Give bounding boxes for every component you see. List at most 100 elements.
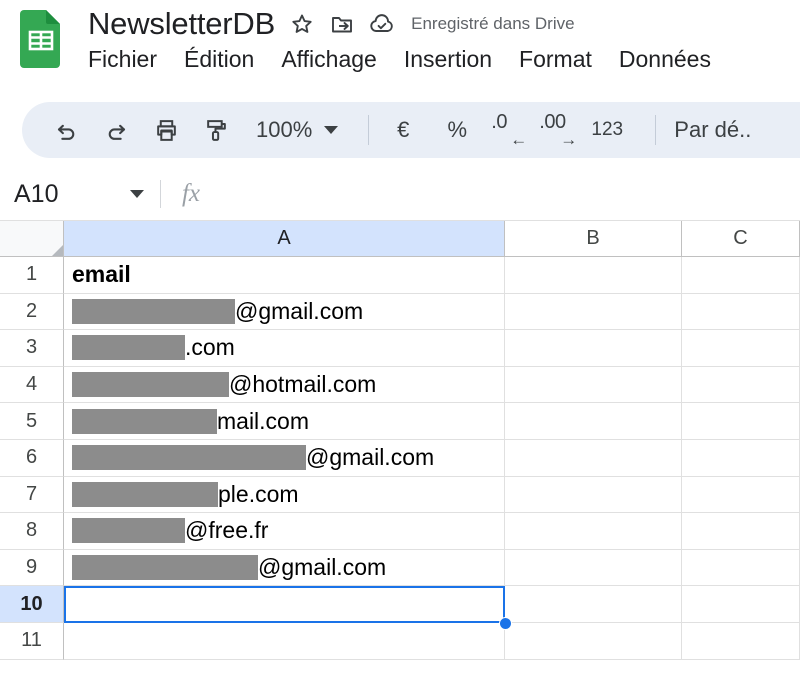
font-family-dropdown[interactable]: Par dé.. [670, 117, 751, 143]
cell-C11[interactable] [682, 623, 800, 660]
cell-A3[interactable]: .com [64, 330, 505, 367]
cell-B1[interactable] [505, 257, 682, 294]
row-header-label: 4 [25, 373, 38, 396]
google-sheets-logo-icon [18, 8, 64, 68]
redacted-text-bar [72, 408, 217, 434]
menu-item-edition[interactable]: Édition [184, 46, 254, 73]
column-header-label: B [586, 227, 600, 249]
cell-A5[interactable]: mail.com [64, 403, 505, 440]
row-header-7[interactable]: 7 [0, 476, 64, 514]
row-header-1[interactable]: 1 [0, 257, 64, 294]
decrease-decimal-arrow-icon: ← [510, 130, 528, 149]
cell-A9[interactable]: @gmail.com [64, 549, 505, 587]
select-all-corner[interactable] [0, 221, 64, 257]
row-header-4[interactable]: 4 [0, 366, 64, 404]
redo-icon[interactable] [94, 108, 138, 152]
row-header-6[interactable]: 6 [0, 440, 64, 477]
cell-C7[interactable] [682, 476, 800, 514]
paint-format-icon[interactable] [194, 108, 238, 152]
redacted-text-bar [72, 445, 306, 471]
cell-C4[interactable] [682, 366, 800, 404]
cell-text: @free.fr [185, 517, 269, 544]
row-header-3[interactable]: 3 [0, 330, 64, 367]
cell-A1[interactable]: email [64, 257, 505, 294]
chevron-down-icon [130, 190, 144, 198]
menu-item-format[interactable]: Format [519, 46, 592, 73]
row-header-label: 6 [25, 446, 38, 469]
cell-B2[interactable] [505, 293, 682, 331]
column-header-c[interactable]: C [682, 221, 800, 257]
redacted-text-bar [72, 298, 235, 324]
fill-handle[interactable] [499, 617, 512, 630]
column-header-a[interactable]: A [64, 221, 505, 257]
menu-item-fichier[interactable]: Fichier [88, 46, 157, 73]
redacted-text-bar [72, 335, 185, 361]
print-icon[interactable] [144, 108, 188, 152]
row-header-5[interactable]: 5 [0, 403, 64, 440]
row-header-9[interactable]: 9 [0, 549, 64, 587]
cell-text: @hotmail.com [229, 371, 377, 398]
number-format-button[interactable]: 123 [587, 110, 627, 150]
row-header-label: 9 [25, 556, 38, 579]
cell-A8[interactable]: @free.fr [64, 513, 505, 550]
cell-B10[interactable] [505, 586, 682, 623]
cell-B6[interactable] [505, 440, 682, 477]
cell-C3[interactable] [682, 330, 800, 367]
star-outline-icon[interactable] [289, 11, 315, 37]
cell-B5[interactable] [505, 403, 682, 440]
cell-B11[interactable] [505, 623, 682, 660]
cell-C1[interactable] [682, 257, 800, 294]
row-header-2[interactable]: 2 [0, 293, 64, 331]
cell-A6[interactable]: @gmail.com [64, 440, 505, 477]
row-header-label: 5 [25, 409, 38, 432]
column-header-label: A [277, 227, 291, 249]
percent-format-button[interactable]: % [437, 110, 477, 150]
cell-B4[interactable] [505, 366, 682, 404]
row-header-10[interactable]: 10 [0, 586, 64, 623]
currency-format-button[interactable]: € [383, 110, 423, 150]
decrease-decimal-button[interactable]: .0 ← [491, 111, 529, 149]
cell-text: @gmail.com [235, 297, 364, 324]
app-header: NewsletterDB Enregistré dans Drive Fichi… [0, 0, 800, 96]
formula-bar: A10 fx [0, 168, 800, 221]
cell-B8[interactable] [505, 513, 682, 550]
cell-A11[interactable] [64, 623, 505, 660]
cell-B3[interactable] [505, 330, 682, 367]
row-header-11[interactable]: 11 [0, 623, 64, 660]
cell-text: .com [185, 334, 235, 361]
cloud-saved-icon[interactable] [369, 11, 395, 37]
menu-item-insertion[interactable]: Insertion [404, 46, 492, 73]
name-box-value: A10 [14, 179, 59, 208]
cell-A7[interactable]: ple.com [64, 476, 505, 514]
cell-A4[interactable]: @hotmail.com [64, 366, 505, 404]
cell-C10[interactable] [682, 586, 800, 623]
toolbar-wrap: 100% € % .0 ← .00 → 123 Par dé.. [0, 96, 800, 168]
move-to-folder-icon[interactable] [329, 11, 355, 37]
name-box[interactable]: A10 [0, 168, 160, 220]
increase-decimal-button[interactable]: .00 → [539, 111, 577, 148]
row-header-label: 1 [25, 263, 38, 286]
cell-C9[interactable] [682, 549, 800, 587]
cell-A2[interactable]: @gmail.com [64, 293, 505, 331]
zoom-level-dropdown[interactable]: 100% [244, 112, 348, 148]
row-header-label: 2 [25, 299, 38, 322]
menu-item-donnees[interactable]: Données [619, 46, 711, 73]
document-title[interactable]: NewsletterDB [88, 6, 275, 42]
toolbar-divider [368, 115, 370, 145]
cell-C2[interactable] [682, 293, 800, 331]
cell-B9[interactable] [505, 549, 682, 587]
cell-C5[interactable] [682, 403, 800, 440]
row-header-label: 3 [25, 336, 38, 359]
cell-C8[interactable] [682, 513, 800, 550]
zoom-level-label: 100% [256, 117, 313, 142]
row-header-8[interactable]: 8 [0, 513, 64, 550]
undo-icon[interactable] [44, 108, 88, 152]
cell-A10[interactable] [64, 586, 505, 623]
menu-item-affichage[interactable]: Affichage [281, 46, 376, 73]
cell-C6[interactable] [682, 440, 800, 477]
redacted-text-bar [72, 518, 185, 544]
cell-B7[interactable] [505, 476, 682, 514]
column-header-b[interactable]: B [505, 221, 682, 257]
cell-text: @gmail.com [258, 554, 387, 581]
save-state-label: Enregistré dans Drive [411, 14, 575, 33]
